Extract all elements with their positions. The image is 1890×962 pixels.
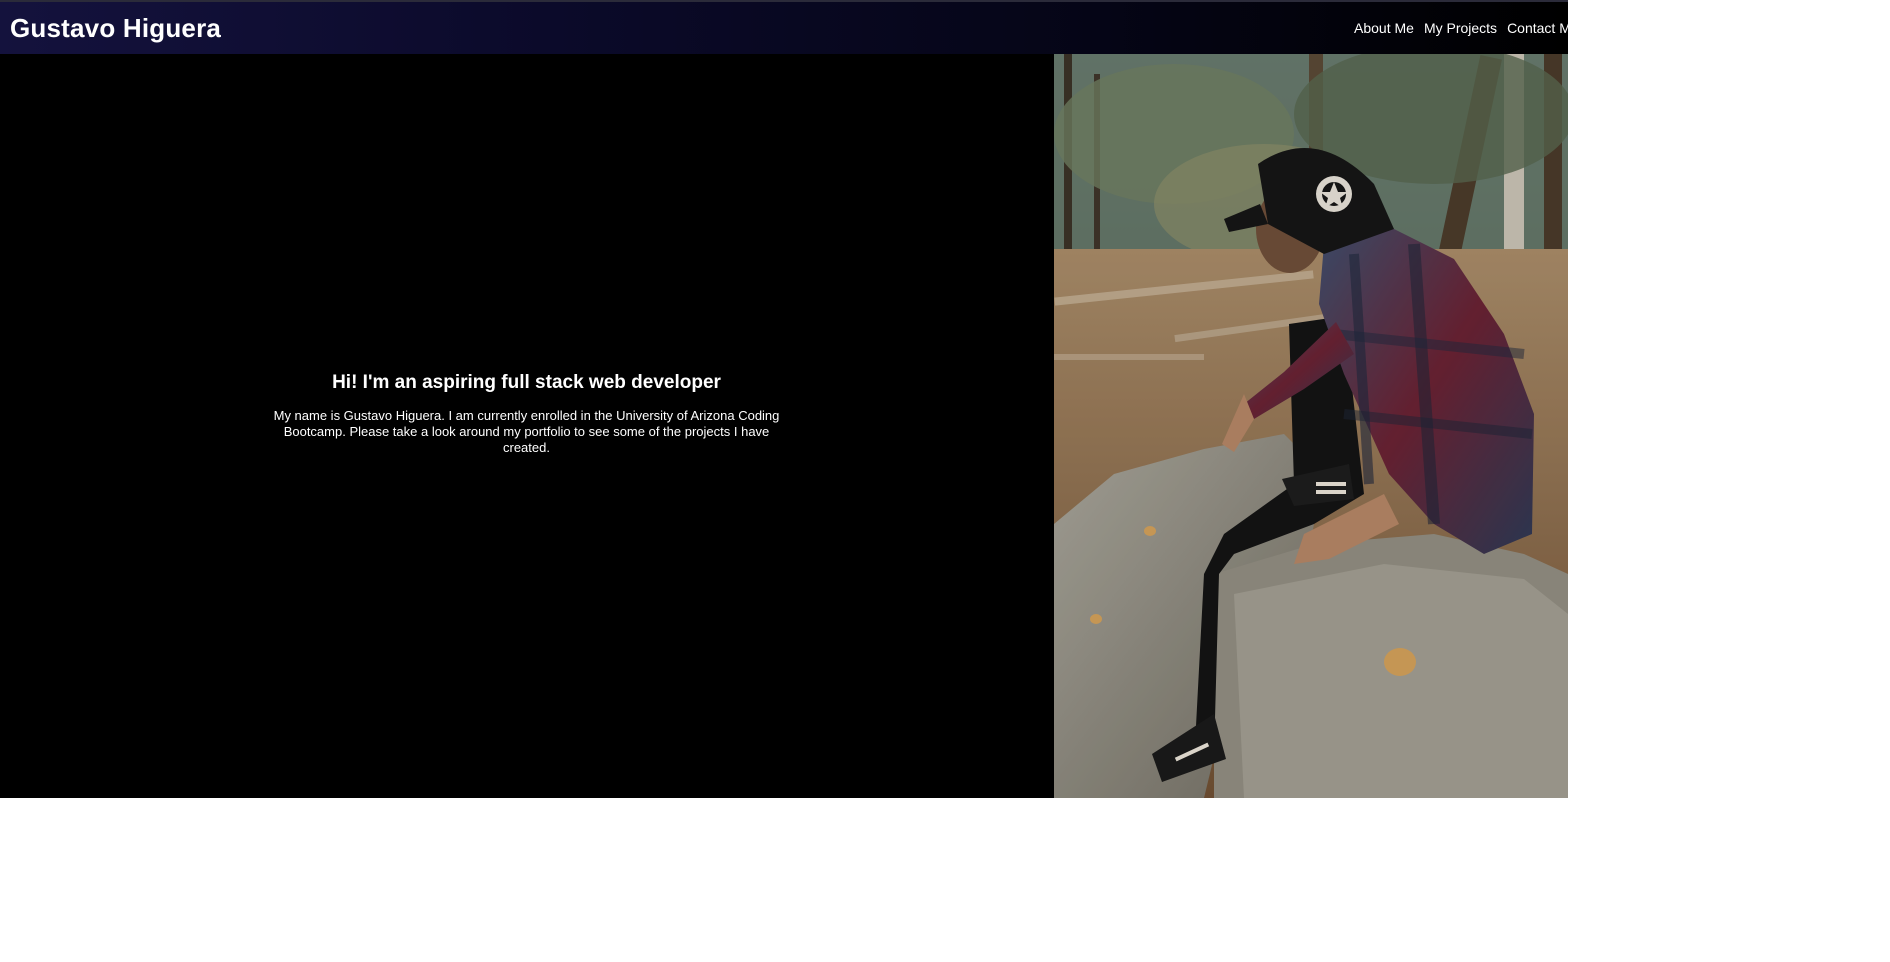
profile-photo [1054,54,1568,798]
nav-link-my-projects[interactable]: My Projects [1424,20,1497,36]
page-viewport: Gustavo Higuera About Me My Projects Con… [0,0,1568,798]
site-brand[interactable]: Gustavo Higuera [10,13,221,44]
hero-description: My name is Gustavo Higuera. I am current… [273,408,780,455]
profile-photo-illustration [1054,54,1568,798]
nav-link-about-me[interactable]: About Me [1354,20,1414,36]
navbar: Gustavo Higuera About Me My Projects Con… [0,0,1568,54]
hero-heading: Hi! I'm an aspiring full stack web devel… [332,372,721,393]
nav-link-contact-me[interactable]: Contact Me [1507,20,1568,36]
hero-section: Hi! I'm an aspiring full stack web devel… [0,370,1053,456]
nav-links: About Me My Projects Contact Me [1354,20,1568,36]
